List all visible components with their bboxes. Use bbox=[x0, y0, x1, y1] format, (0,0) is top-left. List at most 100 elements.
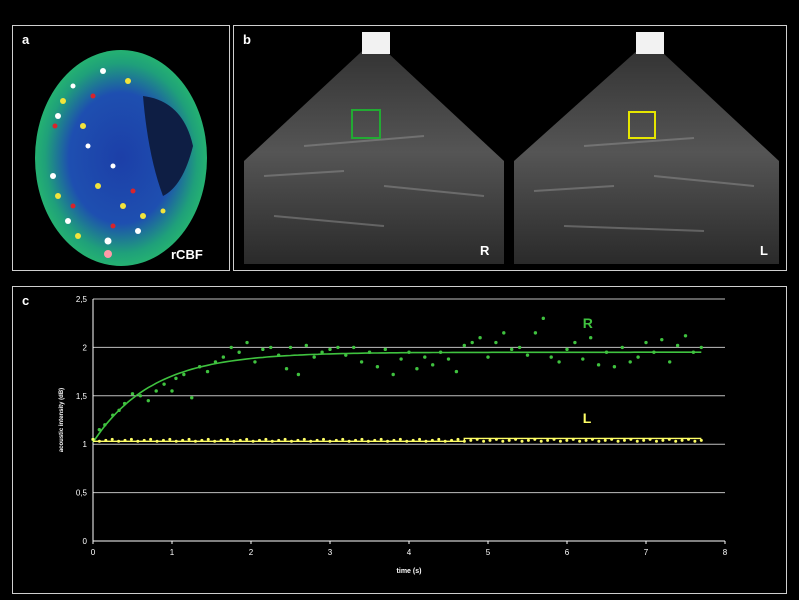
x-tick-label: 2 bbox=[249, 548, 254, 557]
series-L-point bbox=[526, 438, 530, 442]
x-tick-label: 1 bbox=[170, 548, 175, 557]
series-R-point bbox=[541, 316, 545, 321]
series-L-label: L bbox=[583, 410, 592, 426]
series-L-point bbox=[110, 437, 114, 441]
series-L-point bbox=[232, 439, 236, 443]
series-R-label: R bbox=[583, 315, 593, 331]
series-R-point bbox=[320, 350, 324, 354]
series-L-point bbox=[149, 437, 153, 441]
series-L-point bbox=[610, 437, 614, 441]
series-L-point bbox=[462, 439, 466, 443]
series-L-point bbox=[629, 437, 633, 441]
y-tick-label: 0,5 bbox=[76, 489, 88, 498]
series-L-point bbox=[469, 438, 473, 442]
x-axis-title: time (s) bbox=[397, 568, 422, 575]
series-L-point bbox=[514, 437, 518, 441]
series-R-point bbox=[557, 360, 561, 364]
series-L-point bbox=[155, 439, 159, 443]
series-L-point bbox=[603, 438, 607, 442]
series-R-point bbox=[494, 340, 498, 345]
series-R-fit bbox=[92, 351, 702, 443]
series-L-point bbox=[622, 438, 626, 442]
series-L-point bbox=[699, 438, 703, 442]
series-R-point bbox=[383, 347, 387, 352]
series-L-point bbox=[392, 438, 396, 442]
series-L-point bbox=[91, 437, 95, 441]
probe-side-left-label: L bbox=[760, 243, 768, 258]
series-L-point bbox=[117, 439, 121, 443]
series-R-point bbox=[423, 355, 427, 359]
ultrasound-images bbox=[244, 32, 779, 264]
series-L-point bbox=[456, 437, 460, 441]
series-R-point bbox=[620, 345, 624, 350]
series-L-point bbox=[379, 437, 383, 441]
series-R-point bbox=[573, 340, 577, 345]
series-R-point bbox=[596, 363, 601, 367]
series-R-point bbox=[336, 345, 340, 350]
series-R-point bbox=[628, 360, 632, 364]
series-L-fit bbox=[93, 437, 702, 442]
series-R-point bbox=[462, 343, 466, 348]
series-L-point bbox=[494, 437, 498, 441]
series-L-point bbox=[398, 437, 402, 441]
series-L-point bbox=[206, 437, 210, 441]
series-L-point bbox=[693, 439, 697, 443]
series-R-point bbox=[352, 345, 356, 350]
series-R-point bbox=[122, 401, 127, 406]
series-L-point bbox=[245, 437, 249, 441]
series-L-point bbox=[411, 438, 415, 442]
series-R-point bbox=[103, 423, 107, 427]
series-R-point bbox=[97, 427, 102, 432]
series-L-point bbox=[533, 437, 537, 441]
series-L-point bbox=[661, 438, 665, 442]
y-tick-label: 0 bbox=[83, 537, 88, 546]
series-L-point bbox=[354, 438, 358, 442]
series-R-point bbox=[549, 355, 553, 359]
acoustic-intensity-chart: 0 0,5 1 1,5 2 2,5 0 1 2 3 4 5 6 7 8 time (s) acoustic in… bbox=[59, 295, 728, 575]
y-tick-label: 2,5 bbox=[76, 295, 88, 304]
series-R-point bbox=[683, 334, 688, 338]
series-R-point bbox=[652, 350, 656, 354]
series-L-point bbox=[686, 437, 690, 441]
series-L-point bbox=[289, 439, 293, 443]
series-R-point bbox=[644, 340, 648, 345]
x-tick-label: 7 bbox=[644, 548, 649, 557]
series-R-point bbox=[197, 365, 202, 369]
panel-a: a rCBF bbox=[12, 25, 230, 271]
series-L-point bbox=[322, 437, 326, 441]
series-L-point bbox=[680, 438, 684, 442]
series-L-point bbox=[225, 437, 229, 441]
series-L-point bbox=[257, 438, 261, 442]
series-R-point bbox=[565, 347, 569, 352]
ultrasound-sector-right bbox=[244, 40, 504, 264]
series-L-point bbox=[341, 437, 345, 441]
brain-perfusion-map bbox=[35, 50, 207, 266]
series-L-point bbox=[405, 439, 409, 443]
series-L-point bbox=[501, 439, 505, 443]
x-tick-label: 4 bbox=[407, 548, 412, 557]
series-L-point bbox=[161, 438, 165, 442]
series-L-point bbox=[430, 438, 434, 442]
series-R-point bbox=[146, 398, 150, 403]
series-L-point bbox=[129, 437, 133, 441]
series-L-point bbox=[584, 438, 588, 442]
series-R-point bbox=[154, 389, 158, 393]
series-R-point bbox=[431, 363, 435, 367]
series-L-point bbox=[296, 438, 300, 442]
series-L-point bbox=[590, 437, 594, 441]
series-L-point bbox=[283, 437, 287, 441]
series-L-point bbox=[520, 439, 524, 443]
series-R-point bbox=[312, 355, 316, 359]
series-L-point bbox=[315, 438, 319, 442]
series-L-point bbox=[546, 438, 550, 442]
series-L-point bbox=[386, 439, 390, 443]
series-R-point bbox=[245, 340, 249, 345]
series-R-point bbox=[502, 331, 506, 335]
series-R-point bbox=[510, 347, 514, 352]
x-tick-label: 0 bbox=[91, 548, 96, 557]
series-L-point bbox=[238, 438, 242, 442]
series-R-point bbox=[253, 360, 257, 364]
series-L-point bbox=[123, 438, 127, 442]
series-R-point bbox=[486, 355, 490, 359]
series-L-point bbox=[424, 439, 428, 443]
